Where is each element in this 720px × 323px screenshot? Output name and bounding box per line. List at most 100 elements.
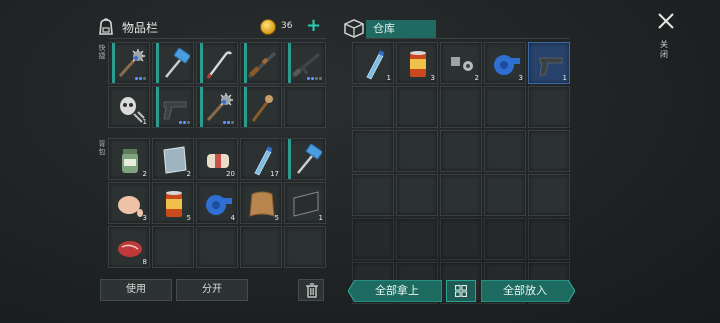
raw-chicken-icon	[118, 196, 143, 217]
item-count: 5	[186, 214, 191, 222]
shotgun-icon	[247, 51, 277, 79]
item-count: 20	[226, 170, 235, 178]
storage-slot[interactable]	[484, 174, 526, 216]
storage-slot[interactable]	[352, 174, 394, 216]
quick-slot[interactable]	[152, 86, 194, 128]
backpack-slot[interactable]	[240, 226, 282, 268]
canned-food-icon	[410, 51, 426, 77]
quick-slot[interactable]	[196, 86, 238, 128]
skull-mask-icon	[120, 97, 145, 123]
quick-slot[interactable]	[240, 86, 282, 128]
upgrade-dots	[179, 121, 190, 124]
backpack-slot[interactable]: 20	[196, 138, 238, 180]
grid-sort-icon	[455, 285, 467, 297]
storage-slot[interactable]	[440, 218, 482, 260]
backpack-slot[interactable]: 4	[196, 182, 238, 224]
storage-slot[interactable]	[440, 174, 482, 216]
storage-slot[interactable]: 3	[396, 42, 438, 84]
backpack-slot[interactable]: 5	[240, 182, 282, 224]
backpack-slot[interactable]: 2	[152, 138, 194, 180]
glass-pane-icon	[163, 146, 187, 174]
backpack-slot[interactable]	[284, 226, 326, 268]
backpack-slot[interactable]	[284, 138, 326, 180]
storage-slot[interactable]	[440, 130, 482, 172]
storage-slot[interactable]	[396, 86, 438, 128]
durability-bar	[288, 139, 291, 179]
crowbar-icon	[206, 51, 232, 79]
item-count: 3	[430, 74, 435, 82]
storage-slot[interactable]	[396, 218, 438, 260]
split-button[interactable]: 分开	[176, 279, 248, 301]
storage-slot[interactable]	[484, 86, 526, 128]
item-count: 2	[474, 74, 479, 82]
storage-slot[interactable]	[396, 130, 438, 172]
leather-hide-icon	[249, 191, 275, 217]
backpack-slot[interactable]	[152, 226, 194, 268]
storage-slot[interactable]	[440, 86, 482, 128]
storage-slot[interactable]	[396, 174, 438, 216]
raw-steak-icon	[118, 241, 142, 257]
backpack-slot[interactable]: 8	[108, 226, 150, 268]
durability-bar	[244, 87, 247, 127]
backpack-icon	[99, 18, 113, 35]
storage-slot[interactable]	[484, 218, 526, 260]
close-label[interactable]: 关闭	[660, 40, 670, 60]
nuts-bolts-icon	[451, 57, 473, 71]
storage-slot[interactable]	[528, 218, 570, 260]
storage-slot[interactable]	[352, 86, 394, 128]
backpack-slot[interactable]: 5	[152, 182, 194, 224]
quick-slot[interactable]	[196, 42, 238, 84]
quick-slot[interactable]	[240, 42, 282, 84]
trash-button[interactable]	[298, 279, 324, 301]
backpack-slot[interactable]: 3	[108, 182, 150, 224]
put-all-button[interactable]: 全部放入	[481, 280, 569, 302]
storage-slot[interactable]	[528, 130, 570, 172]
backpack-slot[interactable]	[196, 226, 238, 268]
sledgehammer-icon	[297, 144, 322, 174]
close-icon[interactable]	[655, 10, 677, 32]
storage-slot[interactable]	[528, 174, 570, 216]
use-button[interactable]: 使用	[100, 279, 172, 301]
durability-bar	[200, 43, 203, 83]
sort-button[interactable]	[446, 280, 476, 302]
item-count: 2	[186, 170, 191, 178]
backpack-slot[interactable]: 1	[284, 182, 326, 224]
storage-slot[interactable]	[484, 130, 526, 172]
quick-slot[interactable]	[108, 42, 150, 84]
item-count: 1	[562, 74, 567, 82]
backpack-slot[interactable]: 2	[108, 138, 150, 180]
backpack-slot[interactable]: 17	[240, 138, 282, 180]
quick-slot[interactable]	[284, 86, 326, 128]
pistol-icon	[163, 101, 187, 120]
water-bottle-icon	[366, 50, 385, 80]
coin-count: 36	[281, 21, 293, 31]
take-all-button[interactable]: 全部拿上	[352, 280, 442, 302]
storage-title: 仓库	[366, 20, 436, 38]
sledgehammer-icon	[165, 48, 190, 78]
durability-bar	[288, 43, 291, 83]
storage-slot[interactable]	[352, 218, 394, 260]
upgrade-dots	[223, 121, 234, 124]
backpack-label: 背包	[98, 140, 106, 156]
durability-bar	[244, 43, 247, 83]
spiked-club-icon	[206, 93, 233, 122]
storage-slot[interactable]: 1	[528, 42, 570, 84]
storage-slot[interactable]: 1	[352, 42, 394, 84]
add-coins-button[interactable]: +	[306, 15, 321, 36]
storage-slot[interactable]: 2	[440, 42, 482, 84]
quick-slot[interactable]	[152, 42, 194, 84]
storage-divider	[366, 38, 570, 39]
item-count: 1	[142, 118, 147, 126]
inventory-divider	[108, 38, 326, 39]
storage-slot[interactable]	[352, 130, 394, 172]
durability-bar	[200, 87, 203, 127]
storage-slot[interactable]: 3	[484, 42, 526, 84]
inventory-title: 物品栏	[122, 20, 159, 35]
storage-box-icon	[344, 19, 364, 38]
item-count: 3	[518, 74, 523, 82]
coin-icon	[260, 19, 276, 35]
canned-food-icon	[166, 191, 182, 217]
quick-slot[interactable]	[284, 42, 326, 84]
storage-slot[interactable]	[528, 86, 570, 128]
quick-slot[interactable]: 1	[108, 86, 150, 128]
